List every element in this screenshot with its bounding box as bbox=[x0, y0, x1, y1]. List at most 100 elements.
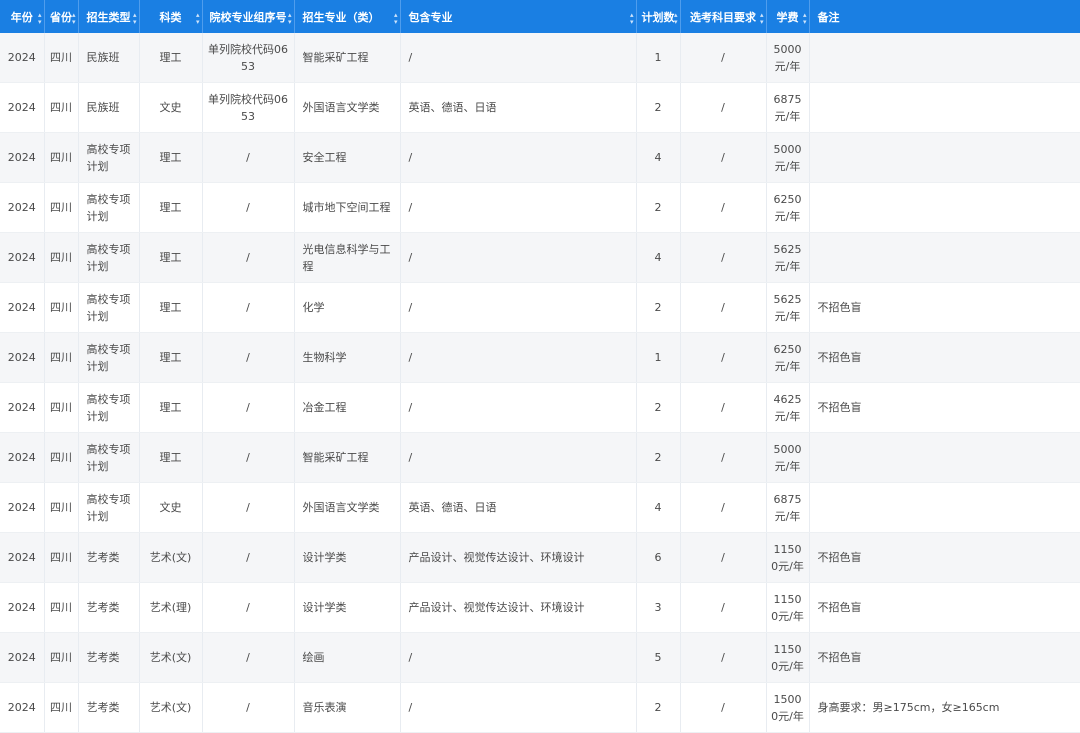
sort-icon[interactable]: ▴ ▾ bbox=[630, 12, 634, 26]
column-header-tuition[interactable]: 学费 ▴ ▾ bbox=[766, 0, 810, 33]
column-header-group[interactable]: 院校专业组序号 ▴ ▾ bbox=[202, 0, 295, 33]
cell-subject: 文史 bbox=[139, 482, 203, 533]
sort-icon[interactable]: ▴ ▾ bbox=[38, 12, 42, 26]
column-header-subject[interactable]: 科类 ▴ ▾ bbox=[139, 0, 203, 33]
column-header-year[interactable]: 年份 ▴ ▾ bbox=[0, 0, 45, 33]
table-row: 2024 四川 高校专项计划 理工 / 光电信息科学与工程/4/5625元/年 bbox=[0, 232, 1080, 283]
cell-notes: 不招色盲 bbox=[809, 582, 1080, 633]
cell-type: 民族班 bbox=[78, 33, 140, 83]
cell-province: 四川 bbox=[44, 682, 79, 733]
column-header-label: 计划数 bbox=[641, 10, 675, 24]
cell-year: 2024 bbox=[0, 282, 45, 333]
cell-notes: 不招色盲 bbox=[809, 632, 1080, 683]
cell-province: 四川 bbox=[44, 532, 79, 583]
cell-major: 绘画 bbox=[294, 632, 401, 683]
cell-type: 高校专项计划 bbox=[78, 482, 140, 533]
table-row: 2024 四川 艺考类 艺术(文) / 绘画/5/11500元/年 不招色盲 bbox=[0, 632, 1080, 683]
sort-icon[interactable]: ▴ ▾ bbox=[394, 12, 398, 26]
sort-icon[interactable]: ▴ ▾ bbox=[72, 12, 76, 26]
cell-subject: 艺术(理) bbox=[139, 582, 203, 633]
table-row: 2024 四川 高校专项计划 文史 / 外国语言文学类 英语、德语、日语 4/6875元/年 bbox=[0, 482, 1080, 533]
cell-province: 四川 bbox=[44, 332, 79, 383]
cell-plan: 4 bbox=[636, 482, 681, 533]
cell-includes: 英语、德语、日语 bbox=[400, 482, 637, 533]
cell-year: 2024 bbox=[0, 532, 45, 583]
column-header-province[interactable]: 省份 ▴ ▾ bbox=[44, 0, 79, 33]
cell-tuition: 11500元/年 bbox=[766, 532, 810, 583]
cell-tuition: 4625元/年 bbox=[766, 382, 810, 433]
cell-year: 2024 bbox=[0, 132, 45, 183]
cell-group: / bbox=[202, 482, 295, 533]
cell-group: / bbox=[202, 132, 295, 183]
cell-plan: 5 bbox=[636, 632, 681, 683]
cell-requirement: / bbox=[680, 432, 767, 483]
column-header-type[interactable]: 招生类型 ▴ ▾ bbox=[78, 0, 140, 33]
cell-year: 2024 bbox=[0, 582, 45, 633]
column-header-includes[interactable]: 包含专业 ▴ ▾ bbox=[400, 0, 637, 33]
sort-icon[interactable]: ▴ ▾ bbox=[288, 12, 292, 26]
cell-plan: 2 bbox=[636, 82, 681, 133]
cell-requirement: / bbox=[680, 532, 767, 583]
cell-includes: / bbox=[400, 232, 637, 283]
cell-includes: / bbox=[400, 182, 637, 233]
cell-plan: 4 bbox=[636, 232, 681, 283]
cell-requirement: / bbox=[680, 82, 767, 133]
column-header-notes[interactable]: 备注 bbox=[809, 0, 1080, 33]
cell-subject: 理工 bbox=[139, 182, 203, 233]
cell-major: 设计学类 bbox=[294, 582, 401, 633]
column-header-major[interactable]: 招生专业（类） ▴ ▾ bbox=[294, 0, 401, 33]
cell-notes: 不招色盲 bbox=[809, 332, 1080, 383]
sort-icon[interactable]: ▴ ▾ bbox=[133, 12, 137, 26]
cell-includes: / bbox=[400, 132, 637, 183]
admissions-table: 年份 ▴ ▾ 省份 ▴ ▾ 招生类型 ▴ ▾ 科类 ▴ ▾ 院校专业组序号 ▴ ▾ 招生专业（类） ▴ ▾ 包含专业… bbox=[0, 0, 1080, 733]
cell-subject: 理工 bbox=[139, 382, 203, 433]
cell-requirement: / bbox=[680, 33, 767, 83]
cell-major: 智能采矿工程 bbox=[294, 33, 401, 83]
cell-year: 2024 bbox=[0, 82, 45, 133]
cell-province: 四川 bbox=[44, 33, 79, 83]
table-header: 年份 ▴ ▾ 省份 ▴ ▾ 招生类型 ▴ ▾ 科类 ▴ ▾ 院校专业组序号 ▴ ▾ 招生专业（类） ▴ ▾ 包含专业… bbox=[0, 0, 1080, 33]
cell-notes bbox=[809, 33, 1080, 83]
sort-icon[interactable]: ▴ ▾ bbox=[760, 12, 764, 26]
cell-province: 四川 bbox=[44, 382, 79, 433]
cell-group: / bbox=[202, 682, 295, 733]
table-row: 2024 四川 艺考类 艺术(文) / 设计学类 产品设计、视觉传达设计、环境设计 6/115… bbox=[0, 532, 1080, 583]
cell-includes: 产品设计、视觉传达设计、环境设计 bbox=[400, 582, 637, 633]
cell-subject: 理工 bbox=[139, 332, 203, 383]
cell-notes bbox=[809, 82, 1080, 133]
cell-major: 外国语言文学类 bbox=[294, 482, 401, 533]
cell-province: 四川 bbox=[44, 82, 79, 133]
column-header-plan[interactable]: 计划数 ▴ ▾ bbox=[636, 0, 681, 33]
column-header-label: 选考科目要求 bbox=[690, 10, 756, 24]
cell-year: 2024 bbox=[0, 232, 45, 283]
table-row: 2024 四川 民族班 文史 单列院校代码0653 外国语言文学类 英语、德语、日语 2/68… bbox=[0, 82, 1080, 133]
table-row: 2024 四川 高校专项计划 理工 / 化学/2/5625元/年 不招色盲 bbox=[0, 282, 1080, 333]
cell-includes: / bbox=[400, 432, 637, 483]
column-header-requirement[interactable]: 选考科目要求 ▴ ▾ bbox=[680, 0, 767, 33]
cell-year: 2024 bbox=[0, 432, 45, 483]
cell-major: 冶金工程 bbox=[294, 382, 401, 433]
cell-notes: 不招色盲 bbox=[809, 282, 1080, 333]
cell-type: 高校专项计划 bbox=[78, 182, 140, 233]
cell-type: 高校专项计划 bbox=[78, 332, 140, 383]
column-header-label: 科类 bbox=[159, 10, 182, 24]
cell-province: 四川 bbox=[44, 482, 79, 533]
cell-requirement: / bbox=[680, 332, 767, 383]
cell-plan: 6 bbox=[636, 532, 681, 583]
sort-icon[interactable]: ▴ ▾ bbox=[803, 12, 807, 26]
cell-type: 艺考类 bbox=[78, 582, 140, 633]
cell-requirement: / bbox=[680, 482, 767, 533]
cell-province: 四川 bbox=[44, 132, 79, 183]
column-header-label: 学费 bbox=[776, 10, 799, 24]
cell-type: 高校专项计划 bbox=[78, 132, 140, 183]
cell-group: / bbox=[202, 332, 295, 383]
cell-year: 2024 bbox=[0, 382, 45, 433]
cell-tuition: 5625元/年 bbox=[766, 232, 810, 283]
cell-major: 生物科学 bbox=[294, 332, 401, 383]
cell-plan: 4 bbox=[636, 132, 681, 183]
cell-plan: 1 bbox=[636, 33, 681, 83]
cell-notes: 不招色盲 bbox=[809, 532, 1080, 583]
cell-group: / bbox=[202, 182, 295, 233]
sort-icon[interactable]: ▴ ▾ bbox=[196, 12, 200, 26]
sort-icon[interactable]: ▴ ▾ bbox=[674, 12, 678, 26]
